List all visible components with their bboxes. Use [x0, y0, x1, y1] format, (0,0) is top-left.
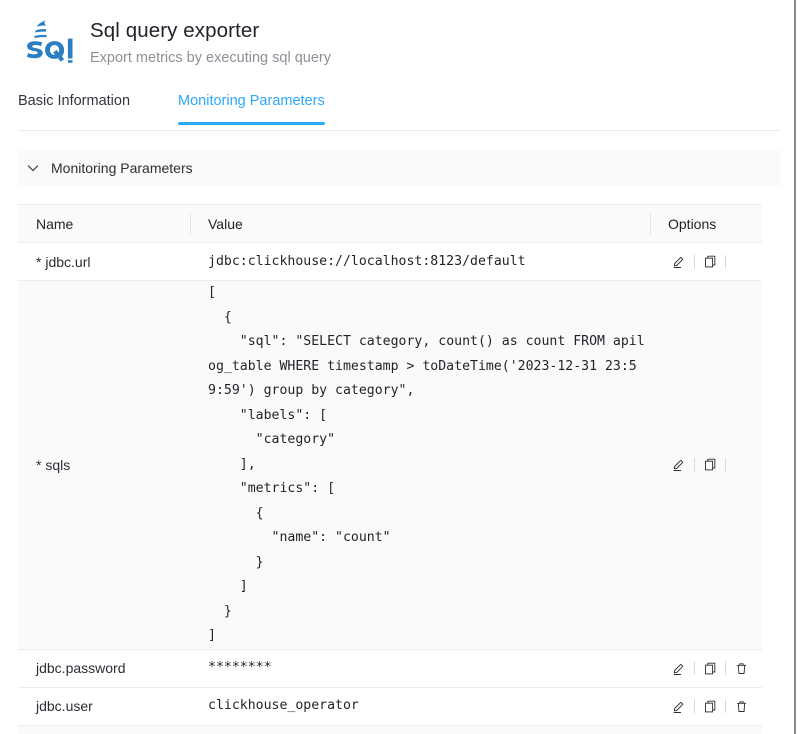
table-row: * sqls [ { "sql": "SELECT category, coun…: [18, 281, 762, 650]
sql-logo-icon: [18, 18, 74, 64]
copy-icon[interactable]: [695, 452, 725, 478]
action-divider: [725, 458, 726, 472]
app-window: Sql query exporter Export metrics by exe…: [0, 0, 800, 734]
copy-icon[interactable]: [695, 249, 725, 275]
page-content: Sql query exporter Export metrics by exe…: [0, 0, 794, 734]
param-name: jdbc.user: [18, 696, 190, 716]
window-right-edge: [794, 0, 800, 734]
param-name: * sqls: [18, 455, 190, 475]
edit-icon[interactable]: [664, 452, 694, 478]
table-header-row: Name Value Options: [18, 205, 762, 243]
param-value: clickhouse_operator: [190, 696, 650, 716]
delete-icon[interactable]: [726, 693, 756, 719]
column-header-value: Value: [190, 214, 650, 234]
delete-icon[interactable]: [726, 655, 756, 681]
row-actions: [650, 693, 762, 719]
table-row: jdbc.password ********: [18, 650, 762, 688]
column-header-options: Options: [650, 214, 762, 234]
param-value: jdbc:clickhouse://localhost:8123/default: [190, 252, 650, 272]
row-actions: [650, 452, 762, 478]
param-value: [ { "sql": "SELECT category, count() as …: [190, 281, 650, 649]
tab-bar: Basic Information Monitoring Parameters: [18, 91, 780, 131]
table-row: jdbc.user clickhouse_operator: [18, 688, 762, 726]
page-title: Sql query exporter: [90, 18, 331, 44]
edit-icon[interactable]: [664, 655, 694, 681]
chevron-down-icon: [26, 161, 40, 175]
tab-basic-information[interactable]: Basic Information: [18, 91, 130, 124]
action-divider: [725, 255, 726, 269]
row-actions: [650, 249, 762, 275]
param-value-json: [ { "sql": "SELECT category, count() as …: [208, 281, 650, 649]
row-actions: [650, 655, 762, 681]
table-footer: Add Param: [18, 726, 762, 734]
param-name: * jdbc.url: [18, 252, 190, 272]
param-name: jdbc.password: [18, 658, 190, 678]
title-block: Sql query exporter Export metrics by exe…: [90, 16, 331, 69]
app-header: Sql query exporter Export metrics by exe…: [0, 0, 794, 69]
param-value: ********: [190, 658, 650, 678]
edit-icon[interactable]: [664, 249, 694, 275]
table-row: * jdbc.url jdbc:clickhouse://localhost:8…: [18, 243, 762, 281]
copy-icon[interactable]: [695, 693, 725, 719]
column-header-name: Name: [18, 214, 190, 234]
copy-icon[interactable]: [695, 655, 725, 681]
tab-monitoring-parameters[interactable]: Monitoring Parameters: [178, 91, 325, 124]
monitoring-parameters-section: Monitoring Parameters: [18, 150, 780, 186]
params-table: Name Value Options * jdbc.url jdbc:click…: [18, 204, 762, 734]
page-subtitle: Export metrics by executing sql query: [90, 47, 331, 69]
section-title: Monitoring Parameters: [51, 158, 193, 178]
section-header-toggle[interactable]: Monitoring Parameters: [18, 150, 780, 186]
edit-icon[interactable]: [664, 693, 694, 719]
